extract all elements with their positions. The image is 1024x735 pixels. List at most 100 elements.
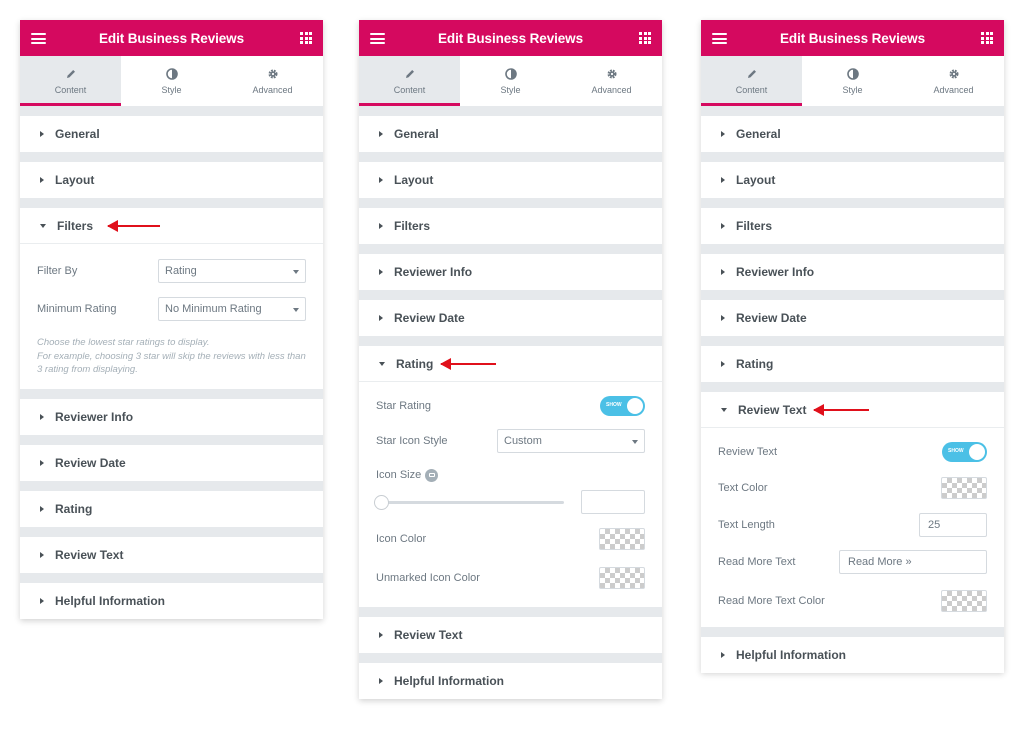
section-label: Filters <box>394 219 431 233</box>
tab-content[interactable]: Content <box>701 56 802 106</box>
chevron-down-icon <box>293 270 299 274</box>
note-line: Choose the lowest star ratings to displa… <box>37 337 210 348</box>
text-length-input[interactable]: 25 <box>919 513 987 537</box>
caret-down-icon <box>721 407 727 412</box>
panel-title: Edit Business Reviews <box>99 30 244 46</box>
review-text-label: Review Text <box>718 446 778 458</box>
section-layout[interactable]: Layout <box>701 162 1004 198</box>
section-review-date[interactable]: Review Date <box>701 300 1004 336</box>
tab-label: Content <box>54 84 87 95</box>
star-rating-row: Star Rating SHOW <box>376 395 645 417</box>
section-label: Review Date <box>736 311 807 325</box>
filter-by-select[interactable]: Rating <box>158 259 306 283</box>
section-general[interactable]: General <box>701 116 1004 152</box>
section-label: Layout <box>55 173 95 187</box>
section-reviewer-info[interactable]: Reviewer Info <box>359 254 662 290</box>
icon-color-row: Icon Color <box>376 528 645 550</box>
icon-color-picker[interactable] <box>599 528 645 550</box>
section-review-date[interactable]: Review Date <box>359 300 662 336</box>
contrast-icon <box>165 67 178 80</box>
filter-by-label: Filter By <box>37 265 78 277</box>
section-review-text[interactable]: Review Text <box>359 617 662 653</box>
section-review-text[interactable]: Review Text <box>20 537 323 573</box>
text-length-row: Text Length 25 <box>718 513 987 537</box>
section-label: Layout <box>394 173 434 187</box>
read-more-text-row: Read More Text Read More » <box>718 550 987 574</box>
tab-label: Advanced <box>591 84 632 95</box>
section-review-date[interactable]: Review Date <box>20 445 323 481</box>
star-icon-style-select[interactable]: Custom <box>497 429 645 453</box>
unmarked-icon-color-picker[interactable] <box>599 567 645 589</box>
responsive-icon[interactable] <box>425 468 439 482</box>
text-color-picker[interactable] <box>941 477 987 499</box>
hamburger-icon[interactable] <box>370 33 385 44</box>
section-reviewer-info[interactable]: Reviewer Info <box>20 399 323 435</box>
section-filters[interactable]: Filters <box>20 208 323 244</box>
hamburger-icon[interactable] <box>31 33 46 44</box>
editor-panel-filters: Edit Business Reviews Content Style Adva… <box>20 20 323 619</box>
tab-advanced[interactable]: Advanced <box>222 56 323 106</box>
caret-right-icon <box>721 177 725 183</box>
note-line: For example, choosing 3 star will skip t… <box>37 350 306 376</box>
tab-advanced[interactable]: Advanced <box>561 56 662 106</box>
section-label: Reviewer Info <box>394 265 473 279</box>
section-helpful-information[interactable]: Helpful Information <box>701 637 1004 673</box>
tab-content[interactable]: Content <box>359 56 460 106</box>
section-filters[interactable]: Filters <box>701 208 1004 244</box>
section-layout[interactable]: Layout <box>359 162 662 198</box>
caret-right-icon <box>40 552 44 558</box>
tab-label: Style <box>842 84 863 95</box>
tab-style[interactable]: Style <box>802 56 903 106</box>
section-rating[interactable]: Rating <box>359 346 662 382</box>
section-rating[interactable]: Rating <box>20 491 323 527</box>
panel-title: Edit Business Reviews <box>438 30 583 46</box>
minimum-rating-select[interactable]: No Minimum Rating <box>158 297 306 321</box>
star-rating-toggle[interactable]: SHOW <box>600 396 645 416</box>
read-more-text-input[interactable]: Read More » <box>839 550 987 574</box>
filter-by-row: Filter By Rating <box>37 259 306 283</box>
section-label: Filters <box>736 219 773 233</box>
star-icon-style-row: Star Icon Style Custom <box>376 429 645 453</box>
icon-size-slider[interactable] <box>374 494 564 510</box>
apps-grid-icon[interactable] <box>639 32 651 44</box>
section-label: Rating <box>736 357 774 371</box>
caret-right-icon <box>721 131 725 137</box>
section-label: Reviewer Info <box>55 410 134 424</box>
editor-panel-review-text: Edit Business Reviews Content Style Adva… <box>701 20 1004 673</box>
apps-grid-icon[interactable] <box>981 32 993 44</box>
section-layout[interactable]: Layout <box>20 162 323 198</box>
panel-header: Edit Business Reviews <box>701 20 1004 56</box>
caret-right-icon <box>40 131 44 137</box>
read-more-text-color-picker[interactable] <box>941 590 987 612</box>
star-rating-label: Star Rating <box>376 400 432 412</box>
section-general[interactable]: General <box>359 116 662 152</box>
hamburger-icon[interactable] <box>712 33 727 44</box>
caret-right-icon <box>379 223 383 229</box>
caret-right-icon <box>721 652 725 658</box>
icon-size-input[interactable] <box>581 490 645 514</box>
caret-right-icon <box>379 177 383 183</box>
section-label: Rating <box>55 502 93 516</box>
section-label: General <box>394 127 439 141</box>
section-general[interactable]: General <box>20 116 323 152</box>
tab-advanced[interactable]: Advanced <box>903 56 1004 106</box>
slider-handle[interactable] <box>374 494 389 510</box>
tab-style[interactable]: Style <box>460 56 561 106</box>
section-helpful-information[interactable]: Helpful Information <box>359 663 662 699</box>
gear-icon <box>267 68 278 79</box>
section-filters[interactable]: Filters <box>359 208 662 244</box>
section-rating[interactable]: Rating <box>701 346 1004 382</box>
caret-right-icon <box>721 315 725 321</box>
review-text-toggle[interactable]: SHOW <box>942 442 987 462</box>
toggle-label: SHOW <box>606 402 622 408</box>
contrast-icon <box>504 67 517 80</box>
section-reviewer-info[interactable]: Reviewer Info <box>701 254 1004 290</box>
section-label: Helpful Information <box>394 674 504 688</box>
tab-style[interactable]: Style <box>121 56 222 106</box>
section-helpful-information[interactable]: Helpful Information <box>20 583 323 619</box>
tab-content[interactable]: Content <box>20 56 121 106</box>
section-review-text[interactable]: Review Text <box>701 392 1004 428</box>
minimum-rating-label: Minimum Rating <box>37 303 117 315</box>
apps-grid-icon[interactable] <box>300 32 312 44</box>
contrast-icon <box>846 67 859 80</box>
